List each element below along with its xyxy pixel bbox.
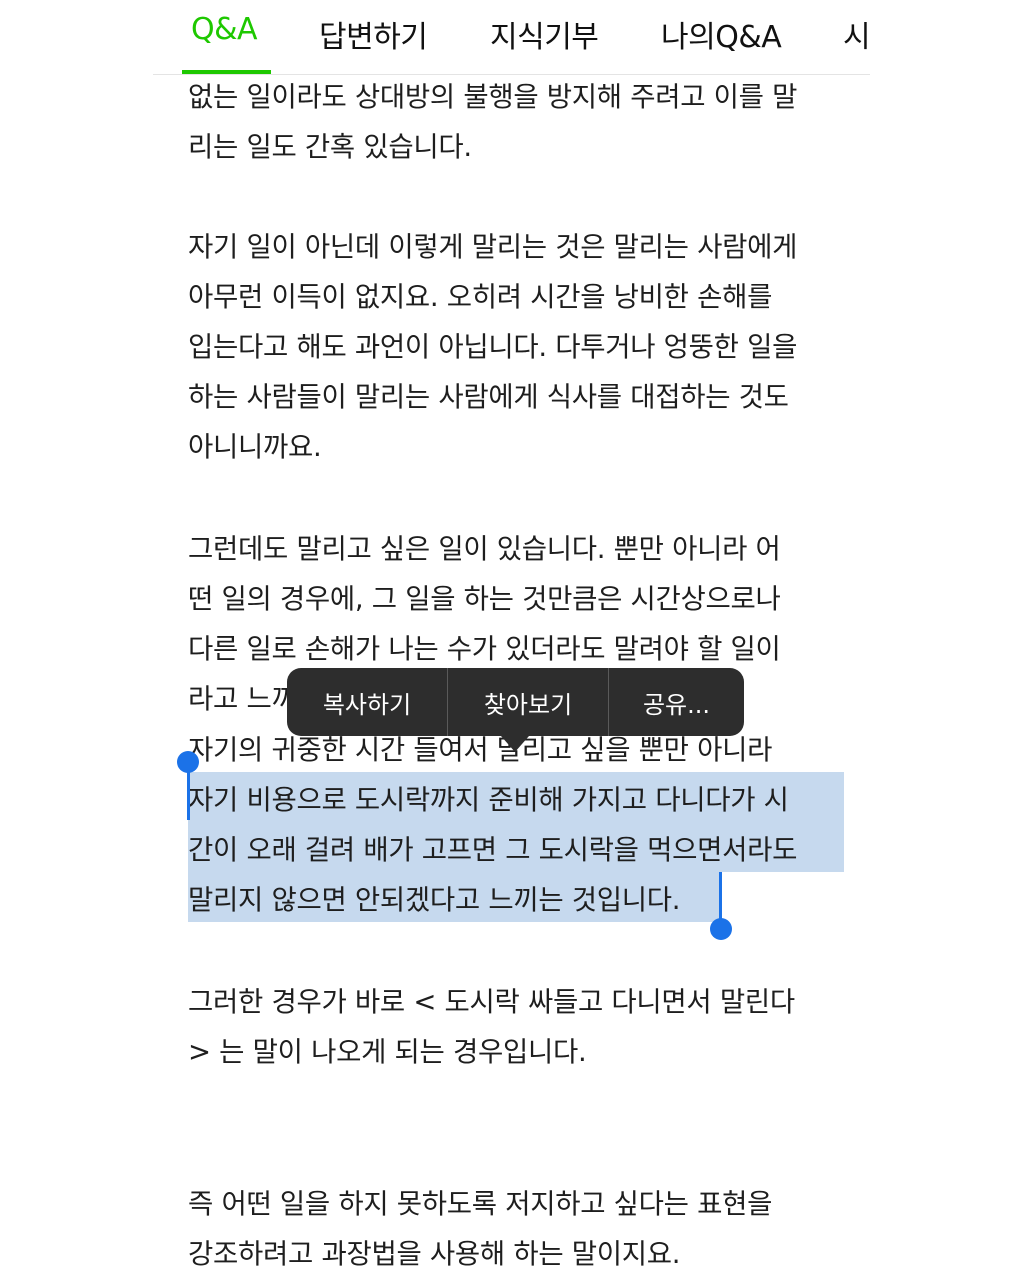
paragraph-line: 없는 일이라도 상대방의 불행을 방지해 주려고 이를 말 xyxy=(188,81,798,113)
text-context-menu: 복사하기 찾아보기 공유... xyxy=(287,668,744,736)
paragraph-line: 라고 느끼 xyxy=(188,683,297,715)
active-tab-indicator xyxy=(182,70,271,74)
paragraph-line: 자기 일이 아닌데 이렇게 말리는 것은 말리는 사람에게 xyxy=(188,231,798,263)
tab-my-qa[interactable]: 나의Q&A xyxy=(661,12,782,56)
tab-knowledge-donate[interactable]: 지식기부 xyxy=(490,12,599,56)
menu-pointer-arrow xyxy=(501,736,529,752)
paragraph-line: 아니니까요. xyxy=(188,431,322,463)
copy-menu-item[interactable]: 복사하기 xyxy=(287,668,447,736)
paragraph-line: 강조하려고 과장법을 사용해 하는 말이지요. xyxy=(188,1238,681,1270)
selection-end-handle[interactable] xyxy=(710,918,732,940)
paragraph-line: > 는 말이 나오게 되는 경우입니다. xyxy=(188,1036,587,1068)
paragraph-line: 그러한 경우가 바로 < 도시락 싸들고 다니면서 말린다 xyxy=(188,986,795,1018)
selected-paragraph-line[interactable]: 말리지 않으면 안되겠다고 느끼는 것입니다. xyxy=(188,880,681,920)
tab-answer[interactable]: 답변하기 xyxy=(319,12,428,56)
paragraph-line: 아무런 이득이 없지요. 오히려 시간을 낭비한 손해를 xyxy=(188,281,773,313)
paragraph-line: 하는 사람들이 말리는 사람에게 식사를 대접하는 것도 xyxy=(188,381,789,413)
tab-partial[interactable]: 시 xyxy=(843,12,870,56)
paragraph-line: 입는다고 해도 과언이 아닙니다. 다투거나 엉뚱한 일을 xyxy=(188,331,798,363)
lookup-menu-item[interactable]: 찾아보기 xyxy=(448,668,608,736)
selection-end-caret[interactable] xyxy=(719,872,722,920)
paragraph-line: 즉 어떤 일을 하지 못하도록 저지하고 싶다는 표현을 xyxy=(188,1188,773,1220)
selected-paragraph-line[interactable]: 자기 비용으로 도시락까지 준비해 가지고 다니다가 시 xyxy=(188,780,789,820)
paragraph-line: 떤 일의 경우에, 그 일을 하는 것만큼은 시간상으로나 xyxy=(188,583,781,615)
tab-overflow-clip: 시 xyxy=(843,0,870,72)
tab-bar: Q&A 답변하기 지식기부 나의Q&A 시 xyxy=(153,0,870,75)
selection-start-caret[interactable] xyxy=(187,764,190,820)
paragraph-line: 그런데도 말리고 싶은 일이 있습니다. 뿐만 아니라 어 xyxy=(188,533,781,565)
paragraph-line: 자기의 귀중한 시간 들여서 말리고 싶을 뿐만 아니라 xyxy=(188,734,773,766)
tab-qa[interactable]: Q&A xyxy=(191,12,258,47)
share-menu-item[interactable]: 공유... xyxy=(609,668,744,736)
selected-paragraph-line[interactable]: 간이 오래 걸려 배가 고프면 그 도시락을 먹으면서라도 xyxy=(188,830,797,870)
paragraph-line: 리는 일도 간혹 있습니다. xyxy=(188,131,472,163)
paragraph-line: 다른 일로 손해가 나는 수가 있더라도 말려야 할 일이 xyxy=(188,633,781,665)
